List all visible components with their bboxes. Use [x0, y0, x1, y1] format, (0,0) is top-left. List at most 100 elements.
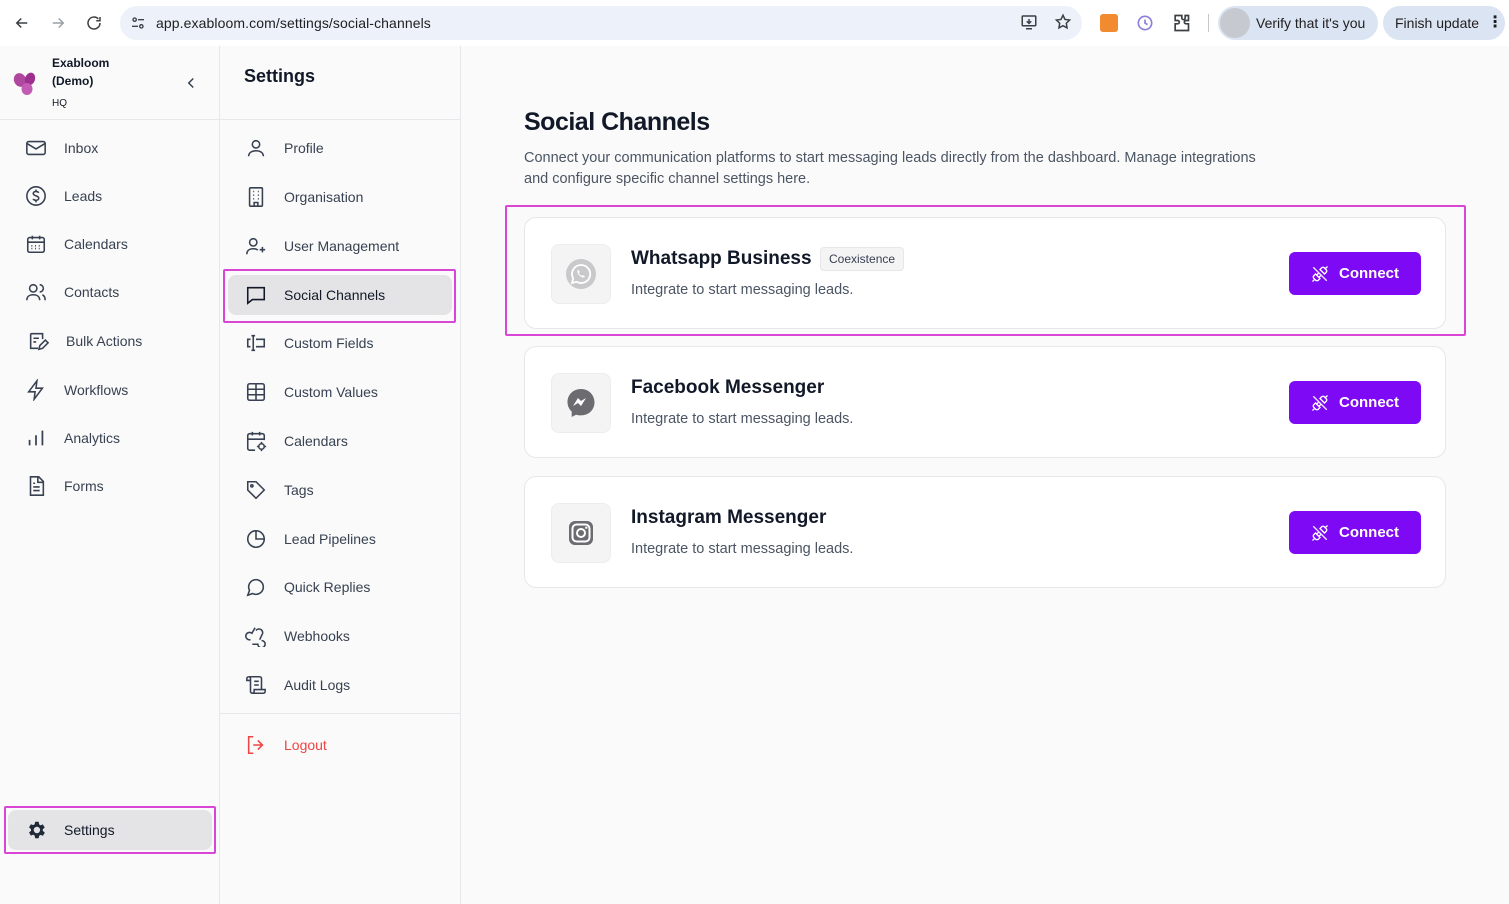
sidebar-item-label: Leads — [64, 188, 103, 204]
webhook-icon — [244, 624, 268, 648]
settings-item-webhooks[interactable]: Webhooks — [228, 616, 452, 656]
collapse-sidebar-icon[interactable] — [182, 74, 200, 92]
channel-name: Instagram Messenger — [631, 507, 827, 528]
settings-item-label: Quick Replies — [284, 579, 371, 595]
settings-item-organisation[interactable]: Organisation — [228, 177, 452, 217]
sidebar-item-label: Inbox — [64, 140, 99, 156]
kebab-menu-icon[interactable]: ⋮ — [1487, 15, 1503, 31]
back-button[interactable] — [4, 5, 40, 41]
settings-nav: Settings Profile Organisation User Manag… — [220, 46, 461, 904]
sidebar-item-label: Workflows — [64, 382, 129, 398]
sidebar-item-contacts[interactable]: Contacts — [8, 272, 212, 312]
sidebar-item-calendars[interactable]: Calendars — [8, 224, 212, 264]
avatar — [1220, 8, 1250, 38]
sidebar-item-label: Forms — [64, 478, 104, 494]
instagram-icon — [551, 503, 611, 563]
settings-item-label: User Management — [284, 238, 400, 254]
sidebar-item-leads[interactable]: Leads — [8, 176, 212, 216]
logout-button[interactable]: Logout — [228, 725, 452, 765]
page-description: Connect your communication platforms to … — [524, 150, 1256, 187]
document-icon — [24, 474, 48, 498]
messenger-icon — [551, 373, 611, 433]
whatsapp-highlight-box — [505, 205, 1466, 336]
main-content: Social Channels Connect your communicati… — [461, 46, 1509, 904]
calendar-icon — [24, 232, 48, 256]
sidebar-item-label: Bulk Actions — [66, 333, 143, 349]
reload-icon — [87, 16, 101, 30]
settings-item-custom-values[interactable]: Custom Values — [228, 372, 452, 412]
table-icon — [244, 380, 268, 404]
unplug-icon — [1312, 394, 1328, 411]
exabloom-logo-icon — [13, 72, 36, 95]
sidebar-item-label: Contacts — [64, 284, 120, 300]
url-text[interactable]: app.exabloom.com/settings/social-channel… — [156, 15, 431, 31]
arrow-left-icon — [15, 17, 28, 29]
settings-item-tags[interactable]: Tags — [228, 470, 452, 510]
social-channels-highlight-box — [223, 269, 456, 323]
settings-item-audit-logs[interactable]: Audit Logs — [228, 665, 452, 705]
logout-icon — [244, 733, 268, 757]
connect-facebook-button[interactable]: Connect — [1289, 381, 1421, 424]
connect-instagram-button[interactable]: Connect — [1289, 511, 1421, 554]
lightning-icon — [24, 378, 48, 402]
bar-chart-icon — [24, 426, 48, 450]
channel-card-facebook-messenger: Facebook Messenger Integrate to start me… — [524, 346, 1446, 458]
logout-label: Logout — [284, 737, 327, 753]
settings-item-user-management[interactable]: User Management — [228, 226, 452, 266]
settings-item-label: Lead Pipelines — [284, 531, 376, 547]
site-settings-icon[interactable] — [130, 15, 146, 31]
scroll-icon — [244, 673, 268, 697]
forward-button[interactable] — [40, 5, 76, 41]
profile-verify-chip[interactable]: Verify that it's you — [1218, 6, 1378, 40]
sidebar-item-analytics[interactable]: Analytics — [8, 418, 212, 458]
sidebar-item-inbox[interactable]: Inbox — [8, 128, 212, 168]
extensions-puzzle-icon[interactable] — [1169, 11, 1193, 35]
settings-item-profile[interactable]: Profile — [228, 128, 452, 168]
settings-title: Settings — [244, 66, 316, 86]
channel-name: Facebook Messenger — [631, 377, 825, 398]
settings-highlight-box — [4, 806, 216, 854]
divider — [220, 713, 460, 714]
page-title: Social Channels — [524, 108, 710, 136]
extension-orange-icon[interactable] — [1097, 11, 1121, 35]
settings-item-label: Audit Logs — [284, 677, 351, 693]
extension-history-icon[interactable] — [1133, 11, 1157, 35]
mail-icon — [24, 136, 48, 160]
settings-item-label: Custom Fields — [284, 335, 374, 351]
user-plus-icon — [244, 234, 268, 258]
install-app-icon[interactable] — [1020, 13, 1038, 31]
browser-toolbar: app.exabloom.com/settings/social-channel… — [0, 0, 1509, 46]
main-sidebar: Exabloom (Demo) HQ Inbox Leads Calendars… — [0, 46, 220, 904]
settings-item-lead-pipelines[interactable]: Lead Pipelines — [228, 519, 452, 559]
connect-label: Connect — [1339, 524, 1399, 541]
dollar-circle-icon — [24, 184, 48, 208]
brand-header: Exabloom (Demo) HQ — [0, 46, 219, 120]
connect-label: Connect — [1339, 394, 1399, 411]
address-bar[interactable]: app.exabloom.com/settings/social-channel… — [120, 6, 1082, 40]
channel-subtitle: Integrate to start messaging leads. — [631, 411, 854, 427]
finish-update-button[interactable]: Finish update ⋮ — [1383, 6, 1505, 40]
pie-chart-icon — [244, 527, 268, 551]
sidebar-item-bulk-actions[interactable]: Bulk Actions — [8, 321, 212, 361]
settings-item-label: Organisation — [284, 189, 364, 205]
bookmark-star-icon[interactable] — [1054, 13, 1072, 31]
calendar-cog-icon — [244, 429, 268, 453]
settings-item-label: Tags — [284, 482, 314, 498]
building-icon — [244, 185, 268, 209]
settings-item-quick-replies[interactable]: Quick Replies — [228, 567, 452, 607]
settings-item-label: Custom Values — [284, 384, 378, 400]
settings-item-label: Calendars — [284, 433, 348, 449]
sidebar-item-label: Calendars — [64, 236, 128, 252]
text-cursor-input-icon — [244, 331, 268, 355]
sidebar-item-workflows[interactable]: Workflows — [8, 370, 212, 410]
sidebar-item-forms[interactable]: Forms — [8, 466, 212, 506]
channel-subtitle: Integrate to start messaging leads. — [631, 541, 854, 557]
reload-button[interactable] — [76, 5, 112, 41]
arrow-right-icon — [52, 17, 65, 29]
channel-card-instagram-messenger: Instagram Messenger Integrate to start m… — [524, 476, 1446, 588]
workspace-name[interactable]: Exabloom (Demo) — [52, 54, 109, 90]
users-icon — [24, 280, 48, 304]
settings-item-custom-fields[interactable]: Custom Fields — [228, 323, 452, 363]
unplug-icon — [1312, 524, 1328, 541]
settings-item-calendars[interactable]: Calendars — [228, 421, 452, 461]
